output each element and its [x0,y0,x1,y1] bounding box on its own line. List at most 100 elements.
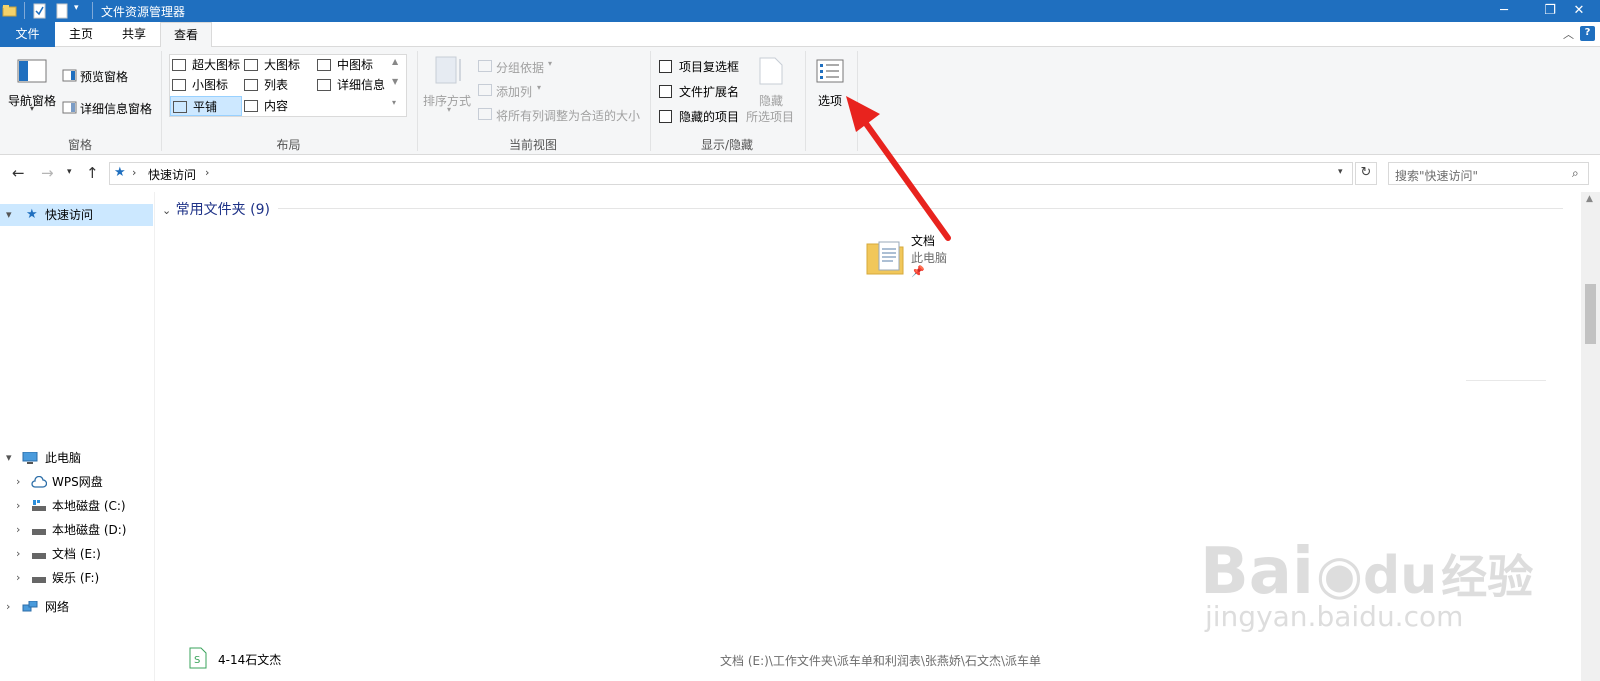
nav-quick-access[interactable]: ▾ ★ 快速访问 [0,204,153,226]
layout-large-icons[interactable]: 大图标 [242,55,314,75]
breadcrumb-separator-icon[interactable]: › [132,166,136,179]
group-by-button[interactable]: 分组依据 [496,59,544,76]
nav-drive-e[interactable]: › 文档 (E:) [0,543,153,565]
tab-file[interactable]: 文件 [0,22,55,47]
folder-icon[interactable] [2,3,18,19]
pin-icon: 📌 [911,265,925,278]
sort-by-icon[interactable] [434,55,464,85]
list-icon [244,79,258,91]
expand-chevron-icon[interactable]: › [16,543,20,565]
item-checkboxes-checkbox[interactable] [659,60,672,73]
network-icon [22,601,38,612]
size-all-columns-button[interactable]: 将所有列调整为合适的大小 [496,107,640,124]
hidden-items-checkbox[interactable] [659,110,672,123]
tiles-icon [173,101,187,113]
nav-network[interactable]: › 网络 [0,596,153,618]
scroll-up-arrow-icon[interactable]: ▲ [1586,194,1593,204]
layout-content[interactable]: 内容 [242,96,314,116]
preview-pane-button[interactable]: 预览窗格 [80,68,128,85]
drive-icon [32,529,46,535]
breadcrumb-separator-icon[interactable]: › [205,166,209,179]
title-bar: ▾ 文件资源管理器 ─ ❐ ✕ [0,0,1600,22]
forward-arrow-icon[interactable]: → [41,164,54,182]
back-arrow-icon[interactable]: ← [12,164,25,182]
layout-details[interactable]: 详细信息 [315,75,390,95]
layout-extra-large-icons[interactable]: 超大图标 [170,55,242,75]
new-folder-icon[interactable] [56,3,68,19]
chevron-down-icon[interactable]: ▾ [447,105,451,114]
group-separator [805,51,806,151]
layout-tiles[interactable]: 平铺 [170,96,242,116]
expand-chevron-icon[interactable]: › [16,519,20,541]
tab-view[interactable]: 查看 [160,22,212,48]
options-icon[interactable] [816,59,844,83]
layout-gallery: 超大图标 大图标 中图标 小图标 列表 详细信息 平铺 内容 ▲ ▼ ▾ [169,54,407,117]
expand-chevron-icon[interactable]: › [16,495,20,517]
address-dropdown-chevron-icon[interactable]: ▾ [1338,167,1343,177]
chevron-down-icon[interactable]: ▾ [548,59,552,68]
breadcrumb-quick-access[interactable]: 快速访问 [148,166,196,183]
divider [1466,380,1546,381]
add-columns-button[interactable]: 添加列 [496,83,532,100]
nav-this-pc[interactable]: ▾ 此电脑 [0,447,153,469]
tab-share[interactable]: 共享 [108,22,160,47]
add-columns-icon [478,84,492,96]
system-drive-icon [32,500,46,511]
recent-locations-chevron-icon[interactable]: ▾ [67,167,72,177]
close-button[interactable]: ✕ [1558,0,1600,22]
group-by-icon [478,60,492,72]
refresh-button[interactable]: ↻ [1355,162,1377,185]
navigation-pane-icon[interactable] [17,59,47,83]
ribbon-tabs: 文件 主页 共享 查看 ︿ ? [0,22,1600,48]
search-input[interactable]: 搜索"快速访问" ⌕ [1388,162,1589,185]
recent-file-row[interactable]: S 4-14石文杰 文档 (E:)\工作文件夹\派车单和利润表\张燕娇\石文杰\… [188,647,1388,671]
expand-chevron-icon[interactable]: ▾ [6,447,12,469]
nav-wps-cloud[interactable]: › WPS网盘 [0,471,153,493]
search-icon[interactable]: ⌕ [1572,166,1579,181]
options-button[interactable]: 选项 [818,92,842,109]
navigation-pane: ▾ ★ 快速访问 ▾ 此电脑 › WPS网盘 › 本地磁盘 (C:) › 本地磁… [0,192,155,681]
cloud-icon [31,476,47,488]
chevron-down-icon[interactable]: ▾ [30,104,34,113]
expand-chevron-icon[interactable]: › [16,567,20,589]
nav-drive-f[interactable]: › 娱乐 (F:) [0,567,153,589]
annotation-arrow [846,96,951,241]
expand-chevron-icon[interactable]: ▾ [6,204,12,226]
file-extensions-label: 文件扩展名 [679,85,740,99]
group-label-panes: 窗格 [67,138,92,152]
customize-qa-chevron-icon[interactable]: ▾ [74,3,79,19]
hide-selected-button[interactable]: 隐藏 [759,92,783,109]
expand-chevron-icon[interactable]: › [6,596,10,618]
minimize-ribbon-icon[interactable]: ︿ [1563,26,1574,42]
expand-chevron-icon[interactable]: › [16,471,20,493]
layout-medium-icons[interactable]: 中图标 [315,55,390,75]
gallery-scroll-down-icon[interactable]: ▼ [392,77,398,86]
chevron-down-icon[interactable]: ▾ [537,83,541,92]
details-pane-icon [62,101,77,114]
nav-drive-c[interactable]: › 本地磁盘 (C:) [0,495,153,517]
section-header-frequent-folders[interactable]: ⌄ 常用文件夹 (9) [162,199,270,219]
group-label-layout: 布局 [276,138,301,152]
hide-selected-icon[interactable] [758,56,784,86]
gallery-scroll-up-icon[interactable]: ▲ [392,57,398,66]
vertical-scrollbar[interactable]: ▲ [1581,192,1600,681]
hidden-items-label: 隐藏的项目 [679,110,740,124]
layout-small-icons[interactable]: 小图标 [170,75,242,95]
collapse-chevron-icon[interactable]: ⌄ [162,204,171,217]
up-arrow-icon[interactable]: ↑ [86,164,99,182]
watermark-logo: Bai◉du经验 [1200,535,1534,609]
help-icon[interactable]: ? [1580,26,1595,41]
spreadsheet-file-icon: S [189,647,207,669]
details-pane-button[interactable]: 详细信息窗格 [80,100,152,117]
properties-icon[interactable] [33,3,47,19]
minimize-button[interactable]: ─ [1481,0,1527,22]
drive-icon [32,577,46,583]
gallery-expand-icon[interactable]: ▾ [392,98,396,107]
scrollbar-thumb[interactable] [1585,284,1596,344]
layout-list[interactable]: 列表 [242,75,314,95]
tab-home[interactable]: 主页 [56,22,106,47]
quick-access-star-icon: ★ [114,165,126,180]
address-bar[interactable]: ★ › 快速访问 › ▾ [109,162,1353,185]
file-extensions-checkbox[interactable] [659,85,672,98]
nav-drive-d[interactable]: › 本地磁盘 (D:) [0,519,153,541]
